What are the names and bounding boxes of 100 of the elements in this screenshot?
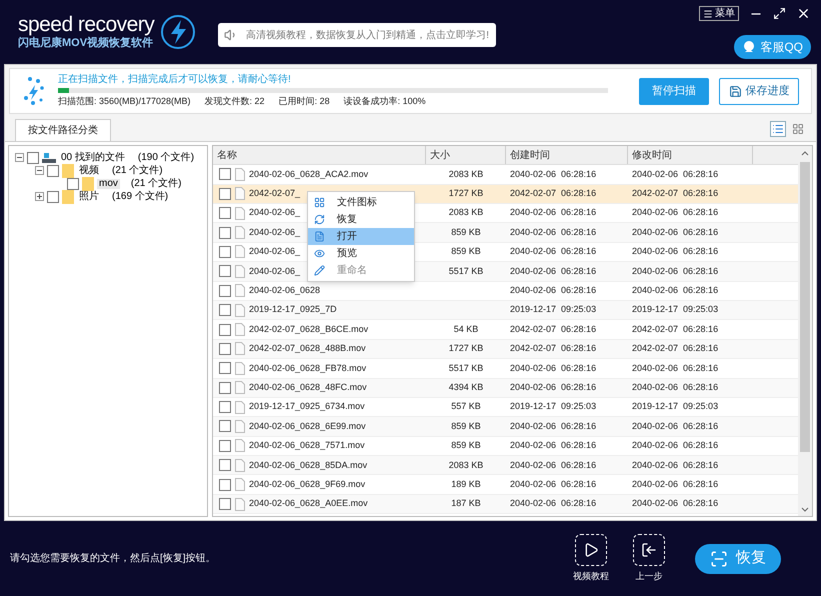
column-header[interactable]: 大小: [426, 146, 506, 164]
file-icon: [235, 439, 245, 452]
checkbox[interactable]: [219, 382, 231, 394]
created-time: 2042-02-07 06:28:16: [509, 342, 598, 356]
modified-time: 2040-02-06 06:28:16: [631, 264, 720, 278]
file-row[interactable]: 2019-12-17_0925_7D 2019-12-17 09:25:03 2019-12-17 09:25:03: [213, 300, 798, 320]
created-time: 2040-02-06 06:28:16: [509, 226, 598, 239]
file-row[interactable]: 2042-02-07_0628_B6CE.mov 54 KB 2042-02-07 06:28:16 2042-02-07 06:28:16: [213, 320, 798, 340]
checkbox[interactable]: [219, 440, 231, 452]
file-icon: [235, 323, 245, 336]
checkbox[interactable]: [219, 207, 231, 220]
checkbox[interactable]: [219, 362, 231, 374]
context-menu-item[interactable]: 打开: [308, 228, 414, 246]
created-time: 2040-02-06 06:28:16: [509, 439, 598, 452]
chat-icon: [742, 40, 756, 54]
file-count: (21 个文件): [130, 178, 182, 189]
checkbox[interactable]: [67, 178, 79, 190]
file-icon: [235, 284, 245, 298]
file-name: 2040-02-06_: [249, 264, 300, 278]
file-row[interactable]: 2040-02-06_0628_7571.mov 859 KB 2040-02-06 06:28:16 2040-02-06 06:28:16: [213, 436, 798, 456]
modified-time: 2042-02-07 06:28:16: [631, 187, 720, 200]
menu-button[interactable]: 菜单: [699, 6, 739, 21]
file-size: 859 KB: [450, 226, 482, 239]
file-row[interactable]: 2040-02-06_0628_A0EE.mov 187 KB 2040-02-06 06:28:16 2040-02-06 06:28:16: [213, 494, 798, 514]
checkbox[interactable]: [219, 324, 231, 336]
checkbox[interactable]: [219, 478, 231, 491]
expand-toggle[interactable]: [35, 192, 44, 202]
menu-icon: [703, 8, 713, 18]
file-size: 189 KB: [450, 478, 482, 491]
file-icon: [235, 264, 245, 278]
file-icon: [235, 168, 245, 181]
checkbox[interactable]: [219, 284, 231, 297]
checkbox[interactable]: [219, 226, 231, 239]
checkbox[interactable]: [219, 168, 231, 180]
checkbox[interactable]: [219, 304, 231, 316]
exit-icon: [641, 542, 657, 558]
file-name: 2040-02-06_0628_ACA2.mov: [249, 168, 368, 181]
drive-icon: [42, 152, 56, 164]
file-row[interactable]: 2040-02-06_0628 2040-02-06 06:28:16 2040-02-06 06:28:16: [213, 282, 798, 301]
file-row[interactable]: 2040-02-06_0628_ACA2.mov 2083 KB 2040-02-06 06:28:16 2040-02-06 06:28:16: [213, 165, 798, 185]
checkbox[interactable]: [219, 188, 231, 200]
checkbox[interactable]: [219, 401, 231, 414]
category-tab[interactable]: 按文件路径分类: [15, 119, 111, 142]
file-name: 2040-02-06_0628_85DA.mov: [249, 458, 368, 472]
file-name: 2040-02-06_0628_A0EE.mov: [249, 497, 368, 510]
checkbox[interactable]: [47, 190, 59, 203]
save-progress-button[interactable]: 保存进度: [719, 78, 799, 105]
collapse-toggle[interactable]: [35, 166, 44, 176]
file-row[interactable]: 2040-02-06_0628_48FC.mov 4394 KB 2040-02-06 06:28:16 2040-02-06 06:28:16: [213, 378, 798, 398]
scan-stat: 已用时间: 28: [278, 94, 330, 108]
scrollbar[interactable]: [798, 146, 812, 516]
tree-item[interactable]: 视频: [77, 166, 101, 176]
modified-time: 2040-02-06 06:28:16: [631, 284, 720, 297]
tree-item[interactable]: mov: [97, 178, 120, 189]
checkbox[interactable]: [47, 164, 59, 177]
file-size: 2083 KB: [448, 458, 484, 472]
file-row[interactable]: 2040-02-06_0628_85DA.mov 2083 KB 2040-02-06 06:28:16 2040-02-06 06:28:16: [213, 456, 798, 476]
file-icon: [235, 498, 245, 511]
modified-time: 2040-02-06 06:28:16: [631, 478, 720, 491]
grid-icon: [314, 197, 325, 208]
tree-item[interactable]: 00 找到的文件: [59, 152, 127, 163]
created-time: 2040-02-06 06:28:16: [509, 420, 598, 433]
file-icon: [235, 342, 245, 356]
modified-time: 2019-12-17 09:25:03: [631, 303, 720, 316]
checkbox[interactable]: [219, 246, 231, 258]
notice-banner[interactable]: 高清视频教程，数据恢复从入门到精通，点击立即学习!: [218, 23, 496, 47]
context-menu-item[interactable]: 预览: [308, 245, 414, 262]
tree-item[interactable]: 照片: [77, 192, 101, 202]
collapse-toggle[interactable]: [15, 153, 24, 162]
created-time: 2040-02-06 06:28:16: [509, 284, 598, 297]
list-view-button[interactable]: [770, 121, 786, 138]
checkbox[interactable]: [219, 342, 231, 355]
lightning-icon: [160, 14, 196, 50]
file-name: 2042-02-07_0628_488B.mov: [249, 342, 366, 356]
file-row[interactable]: 2040-02-06_0628_9F69.mov 189 KB 2040-02-06 06:28:16 2040-02-06 06:28:16: [213, 475, 798, 495]
file-row[interactable]: 2042-02-07_0628_488B.mov 1727 KB 2042-02-07 06:28:16 2042-02-07 06:28:16: [213, 340, 798, 360]
file-row[interactable]: 2040-02-06_0628_FB78.mov 5517 KB 2040-02-06 06:28:16 2040-02-06 06:28:16: [213, 359, 798, 378]
checkbox[interactable]: [219, 498, 231, 510]
column-header[interactable]: 创建时间: [506, 146, 628, 164]
file-size: 54 KB: [452, 322, 480, 336]
file-name: 2040-02-06_0628_FB78.mov: [249, 362, 366, 375]
file-row[interactable]: 2040-02-06_0628_6E99.mov 859 KB 2040-02-06 06:28:16 2040-02-06 06:28:16: [213, 417, 798, 437]
column-header[interactable]: 名称: [213, 146, 426, 164]
footer-hint: 请勾选您需要恢复的文件，然后点[恢复]按钮。: [10, 552, 216, 566]
created-time: 2040-02-06 06:28:16: [509, 478, 598, 491]
file-name: 2040-02-06_: [249, 206, 300, 220]
checkbox[interactable]: [219, 265, 231, 278]
file-count: (190 个文件): [138, 152, 194, 163]
scan-stat: 发现文件数: 22: [204, 94, 265, 108]
file-name: 2042-02-07_0628_B6CE.mov: [249, 322, 368, 336]
checkbox[interactable]: [219, 420, 231, 432]
checkbox[interactable]: [219, 459, 231, 472]
play-icon: [583, 542, 599, 558]
maximize-icon[interactable]: [773, 7, 786, 20]
column-header[interactable]: 修改时间: [628, 146, 753, 164]
close-icon[interactable]: [796, 6, 811, 21]
file-name: 2019-12-17_0925_7D: [249, 303, 337, 316]
created-time: 2019-12-17 09:25:03: [509, 303, 598, 316]
checkbox[interactable]: [27, 152, 39, 164]
created-time: 2040-02-06 06:28:16: [509, 497, 598, 510]
